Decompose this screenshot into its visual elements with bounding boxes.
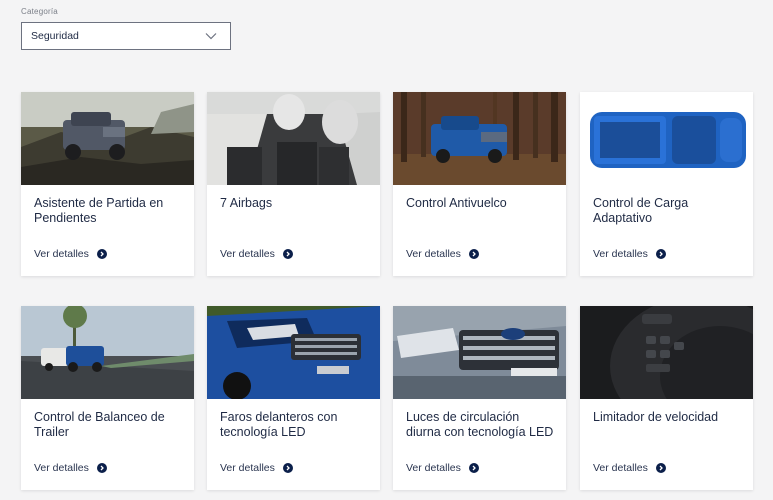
view-details-label: Ver detalles [34, 462, 89, 474]
card-title: Asistente de Partida en Pendientes [34, 196, 164, 225]
feature-card[interactable]: Control de Balanceo de Trailer Ver detal… [21, 306, 194, 490]
arrow-right-circle-icon [655, 249, 666, 259]
feature-card[interactable]: Control Antivuelco Ver detalles [393, 92, 566, 276]
view-details-link[interactable]: Ver detalles [593, 462, 666, 474]
feature-card[interactable]: Control de Carga Adaptativo Ver detalles [580, 92, 753, 276]
category-filter-label: Categoría [21, 7, 58, 16]
feature-card[interactable]: Luces de circulación diurna con tecnolog… [393, 306, 566, 490]
view-details-link[interactable]: Ver detalles [220, 462, 293, 474]
feature-card[interactable]: 7 Airbags Ver detalles [207, 92, 380, 276]
ranger-grille-closeup-image [393, 306, 566, 399]
arrow-right-circle-icon [282, 249, 293, 259]
view-details-link[interactable]: Ver detalles [593, 248, 666, 260]
view-details-label: Ver detalles [406, 462, 461, 474]
feature-card[interactable]: Limitador de velocidad Ver detalles [580, 306, 753, 490]
view-details-link[interactable]: Ver detalles [34, 462, 107, 474]
view-details-link[interactable]: Ver detalles [406, 248, 479, 260]
ranger-top-view-image [580, 92, 753, 185]
arrow-right-circle-icon [96, 249, 107, 259]
card-title: Control de Balanceo de Trailer [34, 410, 165, 439]
view-details-link[interactable]: Ver detalles [406, 462, 479, 474]
card-title: Limitador de velocidad [593, 410, 719, 424]
view-details-label: Ver detalles [406, 248, 461, 260]
ranger-towing-trailer-image [21, 306, 194, 399]
ranger-headlight-closeup-image [207, 306, 380, 399]
feature-card[interactable]: Faros delanteros con tecnología LED Ver … [207, 306, 380, 490]
view-details-label: Ver detalles [593, 462, 648, 474]
view-details-label: Ver detalles [220, 462, 275, 474]
card-title: Faros delanteros con tecnología LED [220, 410, 338, 439]
card-title: Control de Carga Adaptativo [593, 196, 689, 225]
ranger-on-rocks-image [21, 92, 194, 185]
arrow-right-circle-icon [96, 463, 107, 473]
ranger-in-forest-image [393, 92, 566, 185]
arrow-right-circle-icon [468, 463, 479, 473]
chevron-down-icon [205, 33, 217, 40]
view-details-label: Ver detalles [34, 248, 89, 260]
card-title: Luces de circulación diurna con tecnolog… [406, 410, 554, 439]
arrow-right-circle-icon [282, 463, 293, 473]
view-details-link[interactable]: Ver detalles [220, 248, 293, 260]
category-select-value: Seguridad [31, 30, 79, 42]
view-details-link[interactable]: Ver detalles [34, 248, 107, 260]
view-details-label: Ver detalles [593, 248, 648, 260]
steering-wheel-buttons-image [580, 306, 753, 399]
arrow-right-circle-icon [468, 249, 479, 259]
arrow-right-circle-icon [655, 463, 666, 473]
card-title: Control Antivuelco [406, 196, 507, 210]
category-select[interactable]: Seguridad [21, 22, 231, 50]
view-details-label: Ver detalles [220, 248, 275, 260]
cabin-airbags-image [207, 92, 380, 185]
feature-card[interactable]: Asistente de Partida en Pendientes Ver d… [21, 92, 194, 276]
card-title: 7 Airbags [220, 196, 273, 210]
